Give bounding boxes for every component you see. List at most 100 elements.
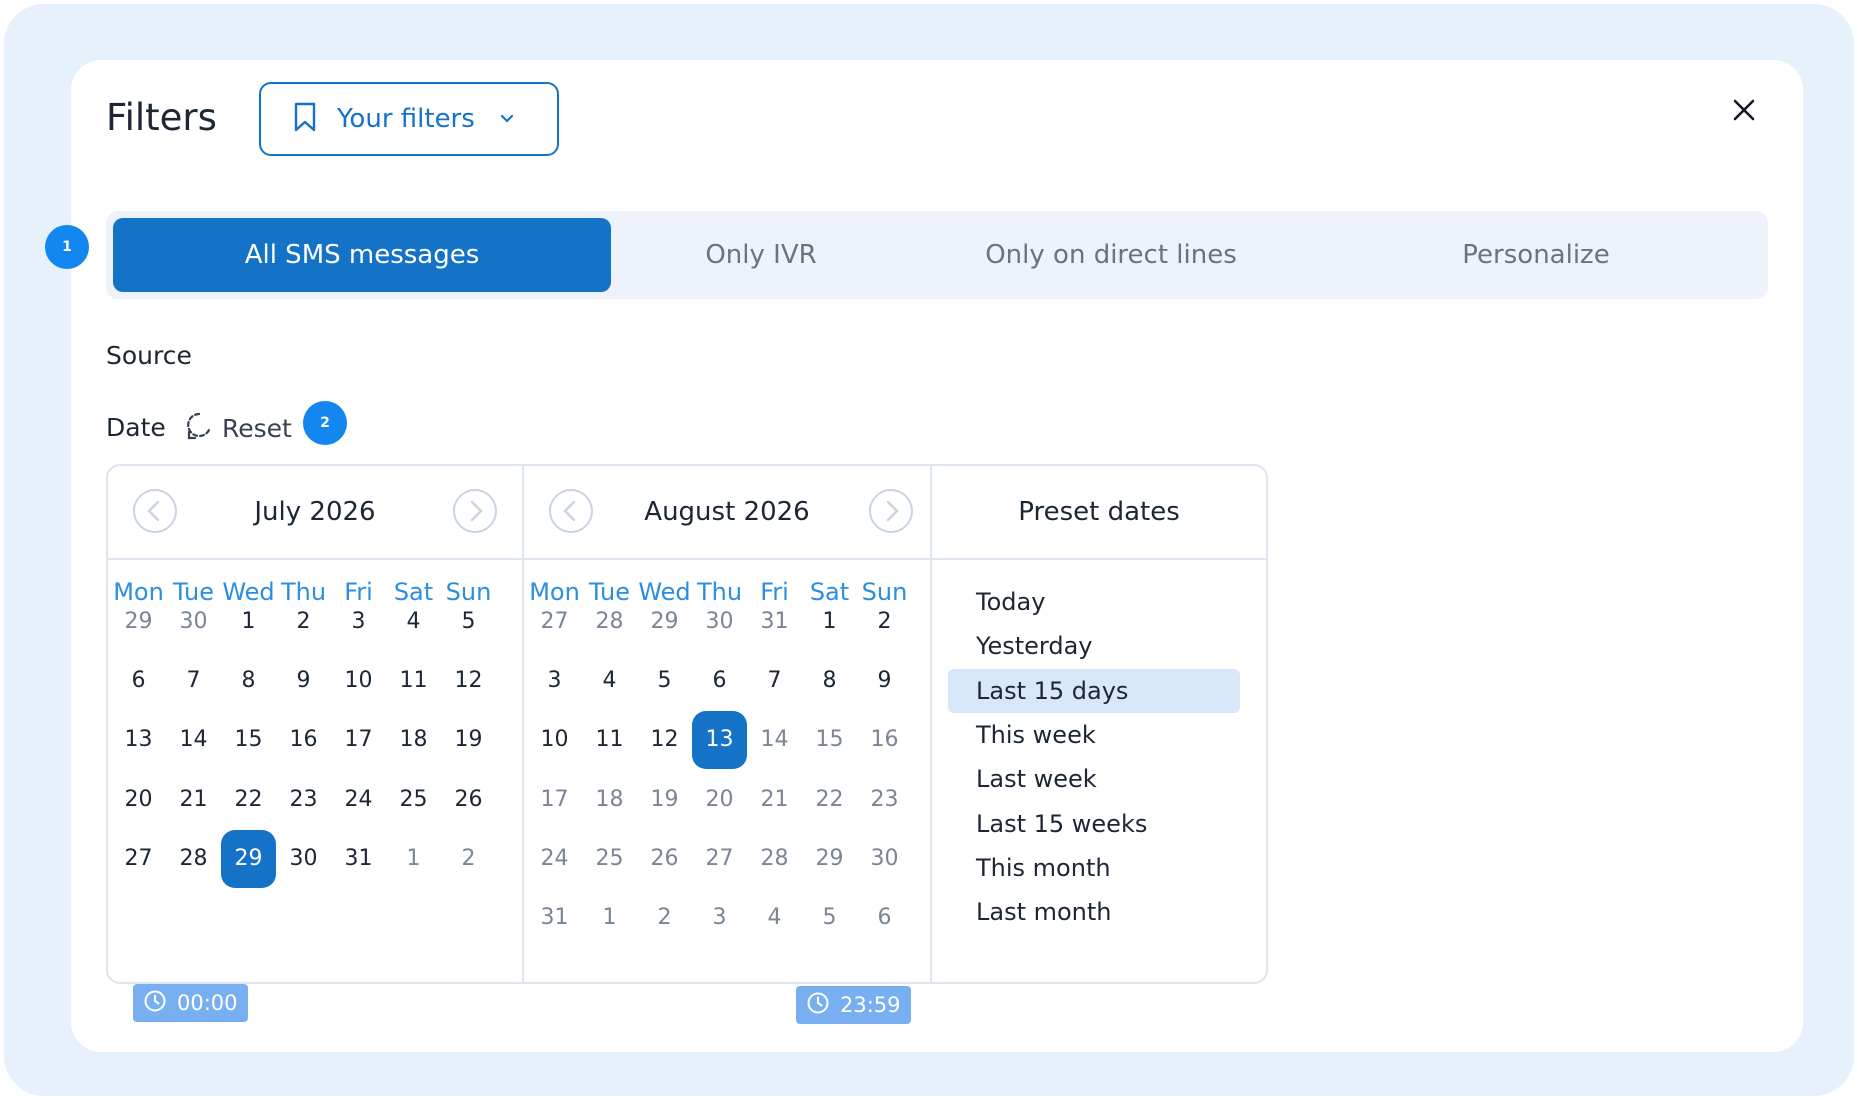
calendar-day[interactable]: 16 — [276, 711, 331, 769]
calendar-day[interactable]: 15 — [221, 711, 276, 769]
calendar-day[interactable]: 29 — [802, 830, 857, 888]
preset-date-option[interactable]: This week — [948, 713, 1240, 757]
calendar-day[interactable]: 14 — [166, 711, 221, 769]
calendar-day[interactable]: 12 — [637, 711, 692, 769]
calendar-day[interactable]: 13 — [692, 711, 747, 770]
calendar-day[interactable]: 9 — [276, 652, 331, 710]
tab-only-ivr[interactable]: Only IVR — [611, 218, 911, 292]
calendar-day[interactable]: 12 — [441, 652, 496, 710]
calendar-day[interactable]: 31 — [747, 593, 802, 651]
calendar-day[interactable]: 20 — [111, 771, 166, 829]
calendar-day[interactable]: 6 — [692, 652, 747, 710]
calendar-day[interactable]: 15 — [802, 711, 857, 769]
calendar-day[interactable]: 22 — [802, 771, 857, 829]
calendar-day[interactable]: 26 — [441, 771, 496, 829]
calendar-day[interactable]: 29 — [637, 593, 692, 651]
calendar-day[interactable]: 27 — [111, 830, 166, 888]
calendar-day[interactable]: 20 — [692, 771, 747, 829]
calendar-day[interactable]: 7 — [166, 652, 221, 710]
calendar-day[interactable]: 5 — [441, 593, 496, 651]
tab-only-direct-lines[interactable]: Only on direct lines — [911, 218, 1311, 292]
close-icon[interactable] — [1726, 92, 1762, 128]
clock-icon — [143, 989, 167, 1018]
calendar-day[interactable]: 25 — [582, 830, 637, 888]
reset-button[interactable]: Reset — [184, 410, 292, 446]
chevron-right-icon[interactable] — [868, 488, 914, 534]
calendar-day[interactable]: 24 — [527, 830, 582, 888]
start-time-chip[interactable]: 00:00 — [133, 984, 248, 1022]
calendar-day[interactable]: 1 — [802, 593, 857, 651]
calendar-day[interactable]: 7 — [747, 652, 802, 710]
calendar-day[interactable]: 4 — [582, 652, 637, 710]
calendar-day[interactable]: 5 — [637, 652, 692, 710]
calendar-day[interactable]: 3 — [527, 652, 582, 710]
end-time-chip[interactable]: 23:59 — [796, 986, 911, 1024]
calendar-day[interactable]: 21 — [747, 771, 802, 829]
calendar-day[interactable]: 23 — [276, 771, 331, 829]
chevron-left-icon[interactable] — [132, 488, 178, 534]
calendar-day[interactable]: 17 — [331, 711, 386, 769]
preset-date-option[interactable]: Yesterday — [948, 624, 1240, 668]
calendar-day[interactable]: 9 — [857, 652, 912, 710]
calendar-day[interactable]: 4 — [747, 889, 802, 947]
your-filters-dropdown[interactable]: Your filters — [259, 82, 559, 156]
calendar-day[interactable]: 3 — [331, 593, 386, 651]
calendar-day[interactable]: 8 — [221, 652, 276, 710]
calendar-day[interactable]: 8 — [802, 652, 857, 710]
calendar-day[interactable]: 2 — [276, 593, 331, 651]
calendar-day[interactable]: 10 — [331, 652, 386, 710]
calendar-day[interactable]: 4 — [386, 593, 441, 651]
preset-date-option[interactable]: Last 15 days — [948, 668, 1240, 713]
calendar-day[interactable]: 24 — [331, 771, 386, 829]
calendar-day[interactable]: 19 — [441, 711, 496, 769]
preset-date-option[interactable]: This month — [948, 846, 1240, 890]
calendar-day[interactable]: 11 — [582, 711, 637, 769]
step-badge-1: 1 — [45, 225, 89, 269]
calendar-day[interactable]: 6 — [857, 889, 912, 947]
calendar-day[interactable]: 16 — [857, 711, 912, 769]
calendar-day[interactable]: 1 — [221, 593, 276, 651]
chevron-left-icon[interactable] — [548, 488, 594, 534]
preset-date-option[interactable]: Last 15 weeks — [948, 802, 1240, 846]
calendar-day[interactable]: 2 — [441, 830, 496, 888]
calendar-day[interactable]: 1 — [386, 830, 441, 888]
tab-personalize[interactable]: Personalize — [1311, 218, 1761, 292]
preset-date-option[interactable]: Today — [948, 580, 1240, 624]
calendar-day[interactable]: 18 — [582, 771, 637, 829]
calendar-day[interactable]: 27 — [527, 593, 582, 651]
calendar-day[interactable]: 3 — [692, 889, 747, 947]
calendar-day[interactable]: 23 — [857, 771, 912, 829]
calendar-day[interactable]: 2 — [857, 593, 912, 651]
calendar-day[interactable]: 18 — [386, 711, 441, 769]
calendar-day[interactable]: 28 — [166, 830, 221, 888]
calendar-day[interactable]: 19 — [637, 771, 692, 829]
calendar-day[interactable]: 5 — [802, 889, 857, 947]
calendar-day[interactable]: 28 — [582, 593, 637, 651]
calendar-day[interactable]: 31 — [527, 889, 582, 947]
calendar-day[interactable]: 26 — [637, 830, 692, 888]
calendar-day[interactable]: 1 — [582, 889, 637, 947]
calendar-day[interactable]: 30 — [692, 593, 747, 651]
calendar-day[interactable]: 29 — [111, 593, 166, 651]
calendar-day[interactable]: 28 — [747, 830, 802, 888]
preset-date-option[interactable]: Last week — [948, 757, 1240, 801]
calendar-day[interactable]: 14 — [747, 711, 802, 769]
calendar-day[interactable]: 30 — [276, 830, 331, 888]
calendar-day[interactable]: 10 — [527, 711, 582, 769]
calendar-day[interactable]: 22 — [221, 771, 276, 829]
calendar-day[interactable]: 13 — [111, 711, 166, 769]
calendar-day[interactable]: 17 — [527, 771, 582, 829]
tab-all-sms-messages[interactable]: All SMS messages — [113, 218, 611, 292]
calendar-day[interactable]: 2 — [637, 889, 692, 947]
calendar-day[interactable]: 30 — [166, 593, 221, 651]
calendar-day[interactable]: 27 — [692, 830, 747, 888]
chevron-right-icon[interactable] — [452, 488, 498, 534]
calendar-day[interactable]: 11 — [386, 652, 441, 710]
calendar-day[interactable]: 6 — [111, 652, 166, 710]
calendar-day[interactable]: 31 — [331, 830, 386, 888]
calendar-day[interactable]: 30 — [857, 830, 912, 888]
calendar-day[interactable]: 29 — [221, 829, 276, 888]
preset-date-option[interactable]: Last month — [948, 890, 1240, 934]
calendar-day[interactable]: 25 — [386, 771, 441, 829]
calendar-day[interactable]: 21 — [166, 771, 221, 829]
